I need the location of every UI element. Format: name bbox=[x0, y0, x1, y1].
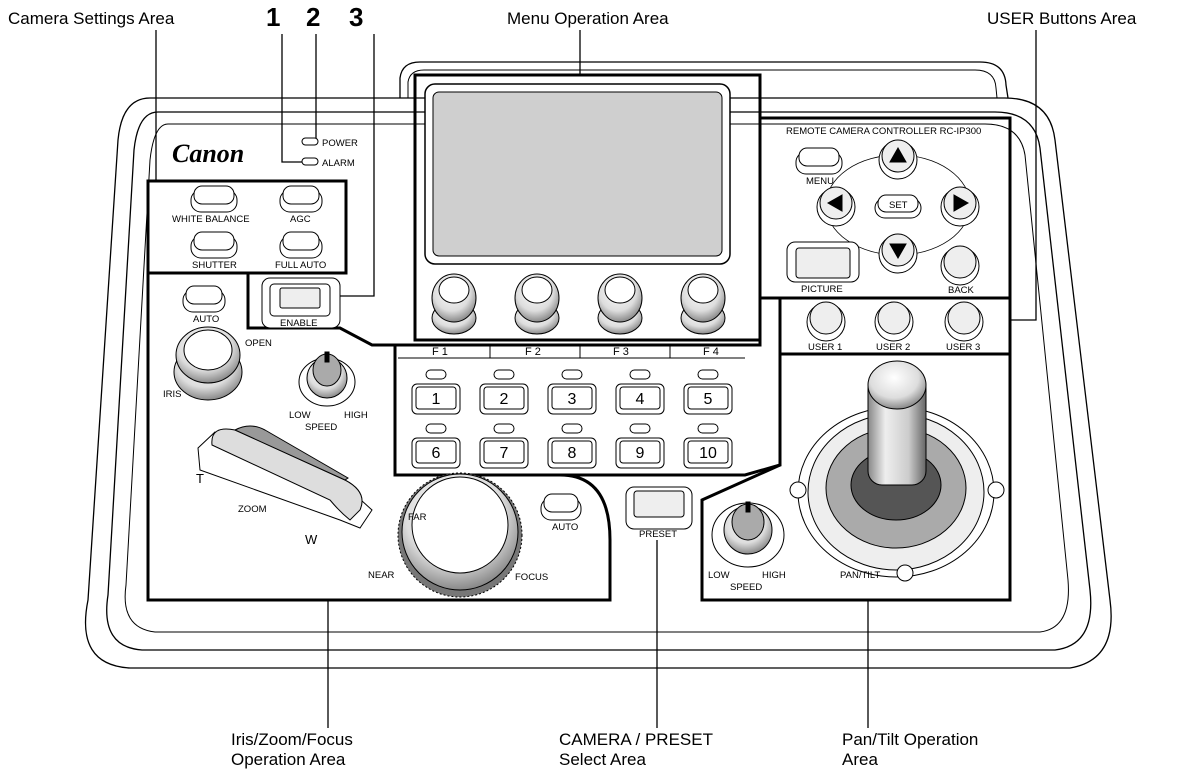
zoom-label: ZOOM bbox=[238, 504, 267, 515]
menu-label: MENU bbox=[806, 176, 834, 187]
agc-button[interactable] bbox=[279, 185, 323, 213]
pan-tilt-label: PAN/TILT bbox=[840, 570, 880, 581]
canon-logo: Canon bbox=[172, 139, 244, 168]
zoom-rocker[interactable] bbox=[197, 425, 373, 529]
user-3-button[interactable] bbox=[944, 301, 984, 342]
function-knobs bbox=[431, 273, 726, 335]
power-label: POWER bbox=[322, 138, 358, 149]
iris-auto-label: AUTO bbox=[193, 314, 219, 325]
f1-label: F 1 bbox=[432, 346, 448, 358]
focus-label: FOCUS bbox=[515, 572, 548, 583]
camera-tally-led-8 bbox=[561, 423, 583, 434]
back-button[interactable] bbox=[940, 245, 980, 286]
focus-near-label: NEAR bbox=[368, 570, 395, 581]
camera-key-label-5: 5 bbox=[704, 391, 713, 408]
left-button[interactable] bbox=[816, 186, 856, 227]
camera-tally-led-6 bbox=[425, 423, 447, 434]
shutter-label: SHUTTER bbox=[192, 260, 237, 271]
zoom-speed-low-label: LOW bbox=[289, 410, 311, 421]
preset-button[interactable] bbox=[625, 486, 693, 530]
function-knob-3[interactable] bbox=[597, 273, 643, 335]
alarm-label: ALARM bbox=[322, 158, 355, 169]
camera-tally-led-7 bbox=[493, 423, 515, 434]
zoom-speed-label: SPEED bbox=[305, 422, 337, 433]
focus-far-label: FAR bbox=[408, 512, 427, 523]
camera-key-label-4: 4 bbox=[636, 391, 645, 408]
camera-key-label-10: 10 bbox=[699, 445, 717, 462]
camera-key-label-7: 7 bbox=[500, 445, 509, 462]
function-knob-2[interactable] bbox=[514, 273, 560, 335]
zoom-speed-high-label: HIGH bbox=[344, 410, 368, 421]
right-button[interactable] bbox=[940, 186, 980, 227]
f2-label: F 2 bbox=[525, 346, 541, 358]
camera-tally-led-3 bbox=[561, 369, 583, 380]
zoom-speed-knob[interactable] bbox=[298, 351, 356, 407]
focus-dial[interactable] bbox=[397, 472, 523, 598]
iris-knob[interactable] bbox=[173, 326, 243, 401]
camera-key-label-9: 9 bbox=[636, 445, 645, 462]
set-label: SET bbox=[889, 200, 908, 211]
open-label: OPEN bbox=[245, 338, 272, 349]
camera-key-label-2: 2 bbox=[500, 391, 509, 408]
camera-key-label-1: 1 bbox=[432, 391, 441, 408]
zoom-t-label: T bbox=[196, 471, 204, 486]
function-knob-1[interactable] bbox=[431, 273, 477, 335]
user-1-label: USER 1 bbox=[808, 342, 842, 353]
focus-auto-label: AUTO bbox=[552, 522, 578, 533]
white-balance-button[interactable] bbox=[190, 185, 238, 213]
picture-label: PICTURE bbox=[801, 284, 843, 295]
camera-key-label-6: 6 bbox=[432, 445, 441, 462]
camera-tally-led-9 bbox=[629, 423, 651, 434]
enable-label: ENABLE bbox=[280, 318, 318, 329]
iris-auto-button[interactable] bbox=[182, 285, 226, 313]
controller-diagram: Canon POWER ALARM WHITE BALANCE AGC SHUT… bbox=[84, 30, 1112, 728]
camera-tally-led-10 bbox=[697, 423, 719, 434]
user-1-button[interactable] bbox=[806, 301, 846, 342]
user-2-button[interactable] bbox=[874, 301, 914, 342]
up-button[interactable] bbox=[878, 139, 918, 180]
user-2-label: USER 2 bbox=[876, 342, 910, 353]
pan-tilt-speed-label: SPEED bbox=[730, 582, 762, 593]
f3-label: F 3 bbox=[613, 346, 629, 358]
white-balance-label: WHITE BALANCE bbox=[172, 214, 250, 225]
camera-tally-led-1 bbox=[425, 369, 447, 380]
camera-tally-led-2 bbox=[493, 369, 515, 380]
full-auto-label: FULL AUTO bbox=[275, 260, 326, 271]
f4-label: F 4 bbox=[703, 346, 719, 358]
camera-tally-led-5 bbox=[697, 369, 719, 380]
down-button[interactable] bbox=[878, 233, 918, 274]
function-knob-4[interactable] bbox=[680, 273, 726, 335]
preset-label: PRESET bbox=[639, 529, 677, 540]
camera-key-label-3: 3 bbox=[568, 391, 577, 408]
pan-tilt-speed-knob[interactable] bbox=[711, 501, 785, 568]
picture-button[interactable] bbox=[786, 241, 860, 283]
agc-label: AGC bbox=[290, 214, 311, 225]
camera-key-label-8: 8 bbox=[568, 445, 577, 462]
camera-tally-led-4 bbox=[629, 369, 651, 380]
pan-tilt-speed-low-label: LOW bbox=[708, 570, 730, 581]
shutter-button[interactable] bbox=[190, 231, 238, 259]
iris-label: IRIS bbox=[163, 389, 181, 400]
focus-auto-button[interactable] bbox=[540, 493, 582, 521]
full-auto-button[interactable] bbox=[279, 231, 323, 259]
back-label: BACK bbox=[948, 285, 975, 296]
pan-tilt-joystick[interactable] bbox=[789, 360, 1005, 582]
menu-button[interactable] bbox=[795, 147, 843, 175]
model-label: REMOTE CAMERA CONTROLLER RC-IP300 bbox=[786, 126, 981, 137]
power-led bbox=[301, 137, 319, 146]
alarm-led bbox=[301, 157, 319, 166]
zoom-w-label: W bbox=[305, 532, 318, 547]
user-3-label: USER 3 bbox=[946, 342, 980, 353]
lcd-display bbox=[432, 91, 723, 257]
pan-tilt-speed-high-label: HIGH bbox=[762, 570, 786, 581]
